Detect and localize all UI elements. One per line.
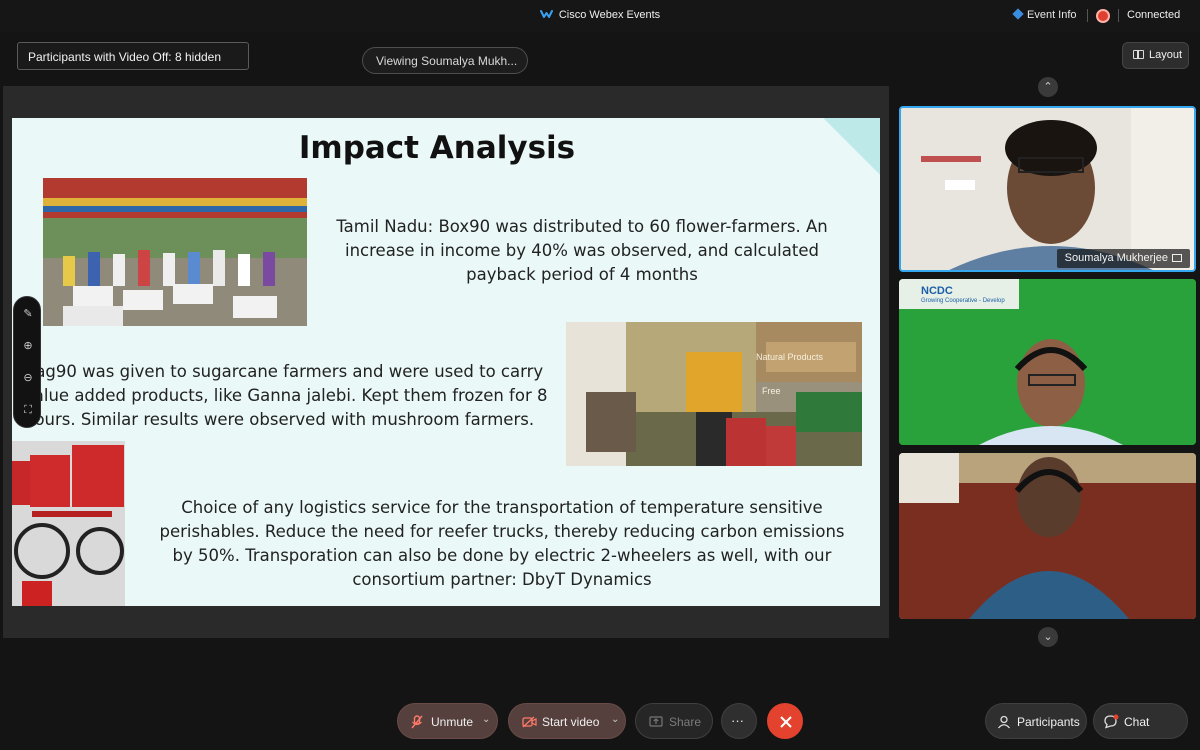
ncdc-logo-subtext: Growing Cooperative - Develop xyxy=(921,298,1005,304)
event-info-icon xyxy=(1012,8,1024,20)
slide-annotation-toolbar: ✎ ⊕ ⊖ ⛶ xyxy=(13,296,41,428)
connection-status: Connected xyxy=(1127,9,1181,21)
unmute-label: Unmute xyxy=(431,715,474,729)
share-button[interactable]: Share xyxy=(635,703,713,739)
zoom-out-icon[interactable]: ⊖ xyxy=(21,371,35,385)
event-info-button[interactable]: Event Info xyxy=(1012,8,1077,21)
zoom-in-icon[interactable]: ⊕ xyxy=(21,339,35,353)
bicycle-bags-photo xyxy=(12,441,125,606)
divider xyxy=(1118,9,1119,22)
close-icon xyxy=(780,716,792,728)
slide-paragraph-2: Bag90 was given to sugarcane farmers and… xyxy=(24,362,548,429)
slide-paragraph-3: Choice of any logistics service for the … xyxy=(159,498,845,589)
microphone-muted-icon xyxy=(411,715,423,729)
chevron-down-icon[interactable]: ⌄ xyxy=(482,714,490,725)
more-options-button[interactable]: ··· xyxy=(721,703,757,739)
layout-icon xyxy=(1133,50,1144,59)
start-video-label: Start video xyxy=(542,715,600,729)
recording-icon[interactable] xyxy=(1096,9,1110,23)
shop-sign-text-2: Free xyxy=(762,386,781,396)
chat-button[interactable]: Chat xyxy=(1093,703,1188,739)
fit-screen-icon[interactable]: ⛶ xyxy=(21,403,35,417)
video-tile-active-speaker[interactable]: Soumalya Mukherjee xyxy=(899,106,1196,272)
scroll-down-icon[interactable]: ⌄ xyxy=(1038,627,1058,647)
shop-sign-text: Natural Products xyxy=(756,352,824,362)
chat-label: Chat xyxy=(1124,715,1150,729)
layout-button[interactable]: Layout xyxy=(1122,42,1189,69)
video-tile-participant-2[interactable]: NCDC Growing Cooperative - Develop xyxy=(899,279,1196,445)
video-tile-participant-3[interactable] xyxy=(899,453,1196,619)
participants-button[interactable]: Participants xyxy=(985,703,1087,739)
webex-logo-icon xyxy=(539,10,553,18)
annotate-icon[interactable]: ✎ xyxy=(21,307,35,321)
share-screen-icon xyxy=(649,716,663,727)
participants-icon xyxy=(998,715,1010,729)
chat-icon xyxy=(1104,714,1119,729)
hidden-participants-label[interactable]: Participants with Video Off: 8 hidden xyxy=(17,42,249,70)
layout-label: Layout xyxy=(1149,49,1183,61)
unmute-button[interactable]: Unmute ⌄ xyxy=(397,703,498,739)
farmers-photo xyxy=(43,178,307,326)
divider xyxy=(1087,9,1088,22)
event-info-label: Event Info xyxy=(1027,9,1077,21)
scroll-up-icon[interactable]: ⌃ xyxy=(1038,77,1058,97)
slide-title: Impact Analysis xyxy=(298,130,576,166)
title-bar: Cisco Webex Events Event Info Connected xyxy=(0,0,1200,32)
slide-paragraph-1: Tamil Nadu: Box90 was distributed to 60 … xyxy=(336,217,828,284)
speaker-name: Soumalya Mukherjee xyxy=(1064,252,1168,264)
video-off-icon xyxy=(522,716,537,728)
participants-label: Participants xyxy=(1017,715,1080,729)
start-video-button[interactable]: Start video ⌄ xyxy=(508,703,626,739)
shop-photo: Natural Products Free xyxy=(566,322,862,466)
speaker-name-tag: Soumalya Mukherjee xyxy=(1056,249,1190,268)
more-icon: ··· xyxy=(731,713,744,728)
sharing-icon xyxy=(1172,254,1182,262)
ncdc-logo-text: NCDC xyxy=(921,285,953,297)
share-label: Share xyxy=(669,715,702,729)
chevron-down-icon[interactable]: ⌄ xyxy=(611,714,619,725)
leave-meeting-button[interactable] xyxy=(767,703,803,739)
shared-slide: Impact Analysis Tamil Nadu: Box90 was di… xyxy=(12,118,880,606)
viewing-indicator[interactable]: Viewing Soumalya Mukh... xyxy=(362,47,528,74)
app-title-text: Cisco Webex Events xyxy=(558,9,661,21)
